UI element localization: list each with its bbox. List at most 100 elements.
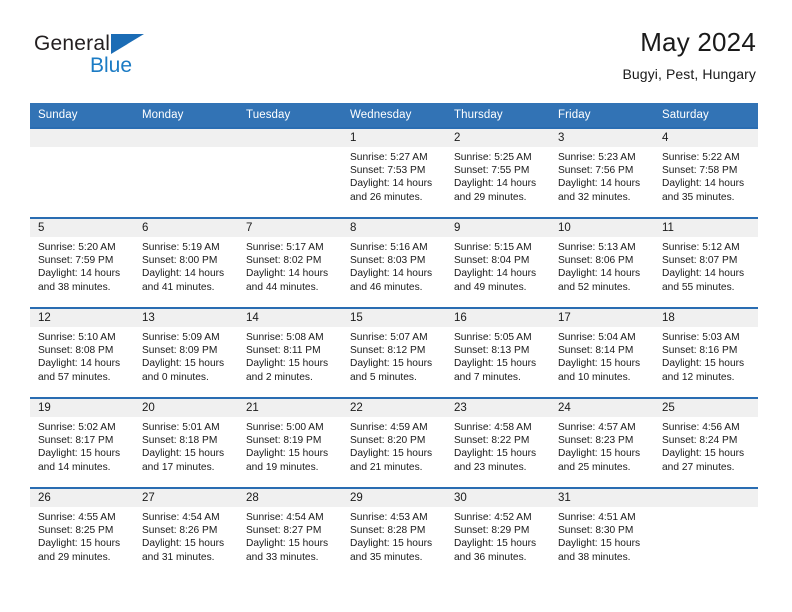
day-details: Sunrise: 4:51 AM Sunset: 8:30 PM Daylight:… bbox=[550, 507, 654, 564]
sunrise-time: Sunrise: 5:20 AM bbox=[38, 242, 116, 253]
sunset-time: Sunset: 8:00 PM bbox=[142, 255, 218, 267]
sunrise-time: Sunrise: 5:19 AM bbox=[142, 242, 220, 253]
daylight-duration: Daylight: 15 hours and 2 minutes. bbox=[246, 358, 329, 383]
calendar-day-cell[interactable]: 21 Sunrise: 5:00 AM Sunset: 8:19 PM Dayligh… bbox=[238, 397, 342, 488]
sunset-time: Sunset: 8:06 PM bbox=[558, 255, 634, 267]
sunset-time: Sunset: 8:07 PM bbox=[662, 255, 738, 267]
sunrise-time: Sunrise: 5:17 AM bbox=[246, 242, 324, 253]
day-details: Sunrise: 5:17 AM Sunset: 8:02 PM Daylight:… bbox=[238, 237, 342, 294]
calendar-day-cell[interactable]: 18 Sunrise: 5:03 AM Sunset: 8:16 PM Dayligh… bbox=[654, 307, 758, 398]
day-details: Sunrise: 5:16 AM Sunset: 8:03 PM Daylight:… bbox=[342, 237, 446, 294]
calendar-day-cell[interactable]: 4 Sunrise: 5:22 AM Sunset: 7:58 PM Daylight… bbox=[654, 127, 758, 218]
calendar-day-cell[interactable]: 6 Sunrise: 5:19 AM Sunset: 8:00 PM Daylight… bbox=[134, 217, 238, 308]
sunrise-time: Sunrise: 5:12 AM bbox=[662, 242, 740, 253]
day-number: 4 bbox=[654, 129, 758, 147]
day-details: Sunrise: 4:54 AM Sunset: 8:27 PM Daylight:… bbox=[238, 507, 342, 564]
day-details: Sunrise: 5:04 AM Sunset: 8:14 PM Daylight:… bbox=[550, 327, 654, 384]
page-title: May 2024 bbox=[640, 27, 756, 57]
sunset-time: Sunset: 8:14 PM bbox=[558, 345, 634, 357]
weekday-header-friday: Friday bbox=[550, 103, 654, 128]
calendar-day-cell[interactable]: 28 Sunrise: 4:54 AM Sunset: 8:27 PM Dayligh… bbox=[238, 487, 342, 578]
calendar-day-cell[interactable]: 17 Sunrise: 5:04 AM Sunset: 8:14 PM Dayligh… bbox=[550, 307, 654, 398]
calendar-week-row: 1 Sunrise: 5:27 AM Sunset: 7:53 PM Daylight… bbox=[30, 127, 758, 218]
day-number: 30 bbox=[446, 489, 550, 507]
sunrise-time: Sunrise: 5:00 AM bbox=[246, 422, 324, 433]
calendar-day-cell[interactable]: 31 Sunrise: 4:51 AM Sunset: 8:30 PM Dayligh… bbox=[550, 487, 654, 578]
calendar-day-cell[interactable]: 20 Sunrise: 5:01 AM Sunset: 8:18 PM Dayligh… bbox=[134, 397, 238, 488]
calendar-day-cell[interactable]: 23 Sunrise: 4:58 AM Sunset: 8:22 PM Dayligh… bbox=[446, 397, 550, 488]
sunset-time: Sunset: 8:12 PM bbox=[350, 345, 426, 357]
sunrise-time: Sunrise: 5:16 AM bbox=[350, 242, 428, 253]
calendar-day-cell[interactable]: 22 Sunrise: 4:59 AM Sunset: 8:20 PM Dayligh… bbox=[342, 397, 446, 488]
day-number: 29 bbox=[342, 489, 446, 507]
calendar-day-cell[interactable]: 10 Sunrise: 5:13 AM Sunset: 8:06 PM Dayligh… bbox=[550, 217, 654, 308]
day-number bbox=[134, 129, 238, 147]
sunrise-time: Sunrise: 5:22 AM bbox=[662, 152, 740, 163]
calendar-empty-cell bbox=[654, 487, 758, 578]
day-number: 15 bbox=[342, 309, 446, 327]
calendar-day-cell[interactable]: 1 Sunrise: 5:27 AM Sunset: 7:53 PM Daylight… bbox=[342, 127, 446, 218]
sunrise-time: Sunrise: 5:02 AM bbox=[38, 422, 116, 433]
calendar-week-row: 12 Sunrise: 5:10 AM Sunset: 8:08 PM Dayligh… bbox=[30, 307, 758, 398]
sunrise-time: Sunrise: 5:10 AM bbox=[38, 332, 116, 343]
day-number: 28 bbox=[238, 489, 342, 507]
day-number: 11 bbox=[654, 219, 758, 237]
day-details: Sunrise: 5:25 AM Sunset: 7:55 PM Daylight:… bbox=[446, 147, 550, 204]
day-details: Sunrise: 5:08 AM Sunset: 8:11 PM Daylight:… bbox=[238, 327, 342, 384]
daylight-duration: Daylight: 15 hours and 0 minutes. bbox=[142, 358, 225, 383]
sunrise-time: Sunrise: 4:57 AM bbox=[558, 422, 636, 433]
sunset-time: Sunset: 8:13 PM bbox=[454, 345, 530, 357]
day-details: Sunrise: 5:19 AM Sunset: 8:00 PM Daylight:… bbox=[134, 237, 238, 294]
calendar-day-cell[interactable]: 14 Sunrise: 5:08 AM Sunset: 8:11 PM Dayligh… bbox=[238, 307, 342, 398]
sunset-time: Sunset: 8:29 PM bbox=[454, 525, 530, 537]
calendar-day-cell[interactable]: 27 Sunrise: 4:54 AM Sunset: 8:26 PM Dayligh… bbox=[134, 487, 238, 578]
calendar-day-cell[interactable]: 24 Sunrise: 4:57 AM Sunset: 8:23 PM Dayligh… bbox=[550, 397, 654, 488]
day-details: Sunrise: 4:56 AM Sunset: 8:24 PM Daylight:… bbox=[654, 417, 758, 474]
calendar-day-cell[interactable]: 5 Sunrise: 5:20 AM Sunset: 7:59 PM Daylight… bbox=[30, 217, 134, 308]
calendar-day-cell[interactable]: 13 Sunrise: 5:09 AM Sunset: 8:09 PM Dayligh… bbox=[134, 307, 238, 398]
day-number: 23 bbox=[446, 399, 550, 417]
calendar-day-cell[interactable]: 2 Sunrise: 5:25 AM Sunset: 7:55 PM Daylight… bbox=[446, 127, 550, 218]
sunrise-time: Sunrise: 5:27 AM bbox=[350, 152, 428, 163]
sunrise-time: Sunrise: 5:13 AM bbox=[558, 242, 636, 253]
calendar-day-cell[interactable]: 19 Sunrise: 5:02 AM Sunset: 8:17 PM Dayligh… bbox=[30, 397, 134, 488]
daylight-duration: Daylight: 14 hours and 57 minutes. bbox=[38, 358, 121, 383]
weekday-header-monday: Monday bbox=[134, 103, 238, 128]
triangle-logo-icon bbox=[111, 34, 145, 54]
sunset-time: Sunset: 8:11 PM bbox=[246, 345, 321, 357]
daylight-duration: Daylight: 15 hours and 5 minutes. bbox=[350, 358, 433, 383]
day-number: 24 bbox=[550, 399, 654, 417]
calendar-body: 1 Sunrise: 5:27 AM Sunset: 7:53 PM Daylight… bbox=[30, 127, 758, 578]
calendar-day-cell[interactable]: 25 Sunrise: 4:56 AM Sunset: 8:24 PM Dayligh… bbox=[654, 397, 758, 488]
calendar-day-cell[interactable]: 12 Sunrise: 5:10 AM Sunset: 8:08 PM Dayligh… bbox=[30, 307, 134, 398]
calendar-day-cell[interactable]: 7 Sunrise: 5:17 AM Sunset: 8:02 PM Daylight… bbox=[238, 217, 342, 308]
calendar-table: Sunday Monday Tuesday Wednesday Thursday… bbox=[30, 103, 758, 578]
sunrise-time: Sunrise: 5:09 AM bbox=[142, 332, 220, 343]
calendar-day-cell[interactable]: 26 Sunrise: 4:55 AM Sunset: 8:25 PM Dayligh… bbox=[30, 487, 134, 578]
sunrise-time: Sunrise: 4:54 AM bbox=[246, 512, 324, 523]
calendar-day-cell[interactable]: 3 Sunrise: 5:23 AM Sunset: 7:56 PM Daylight… bbox=[550, 127, 654, 218]
day-details: Sunrise: 5:20 AM Sunset: 7:59 PM Daylight:… bbox=[30, 237, 134, 294]
sunrise-time: Sunrise: 5:04 AM bbox=[558, 332, 636, 343]
page-header: General Blue May 2024 Bugyi, Pest, Hunga… bbox=[0, 0, 792, 82]
daylight-duration: Daylight: 14 hours and 29 minutes. bbox=[454, 178, 537, 203]
brand-logo[interactable]: General Blue bbox=[34, 33, 254, 83]
calendar-day-cell[interactable]: 11 Sunrise: 5:12 AM Sunset: 8:07 PM Dayligh… bbox=[654, 217, 758, 308]
day-number: 25 bbox=[654, 399, 758, 417]
sunset-time: Sunset: 7:58 PM bbox=[662, 165, 738, 177]
calendar-day-cell[interactable]: 16 Sunrise: 5:05 AM Sunset: 8:13 PM Dayligh… bbox=[446, 307, 550, 398]
daylight-duration: Daylight: 15 hours and 29 minutes. bbox=[38, 538, 121, 563]
day-details: Sunrise: 5:15 AM Sunset: 8:04 PM Daylight:… bbox=[446, 237, 550, 294]
calendar-day-cell[interactable]: 30 Sunrise: 4:52 AM Sunset: 8:29 PM Dayligh… bbox=[446, 487, 550, 578]
day-details: Sunrise: 4:53 AM Sunset: 8:28 PM Daylight:… bbox=[342, 507, 446, 564]
calendar-page: General Blue May 2024 Bugyi, Pest, Hunga… bbox=[0, 0, 792, 612]
calendar-day-cell[interactable]: 29 Sunrise: 4:53 AM Sunset: 8:28 PM Dayligh… bbox=[342, 487, 446, 578]
calendar-day-cell[interactable]: 15 Sunrise: 5:07 AM Sunset: 8:12 PM Dayligh… bbox=[342, 307, 446, 398]
calendar-day-cell[interactable]: 9 Sunrise: 5:15 AM Sunset: 8:04 PM Daylight… bbox=[446, 217, 550, 308]
calendar-day-cell[interactable]: 8 Sunrise: 5:16 AM Sunset: 8:03 PM Daylight… bbox=[342, 217, 446, 308]
day-details: Sunrise: 5:12 AM Sunset: 8:07 PM Daylight:… bbox=[654, 237, 758, 294]
day-details: Sunrise: 4:55 AM Sunset: 8:25 PM Daylight:… bbox=[30, 507, 134, 564]
sunset-time: Sunset: 8:04 PM bbox=[454, 255, 530, 267]
location-subtitle: Bugyi, Pest, Hungary bbox=[622, 65, 756, 82]
day-details: Sunrise: 5:00 AM Sunset: 8:19 PM Daylight:… bbox=[238, 417, 342, 474]
